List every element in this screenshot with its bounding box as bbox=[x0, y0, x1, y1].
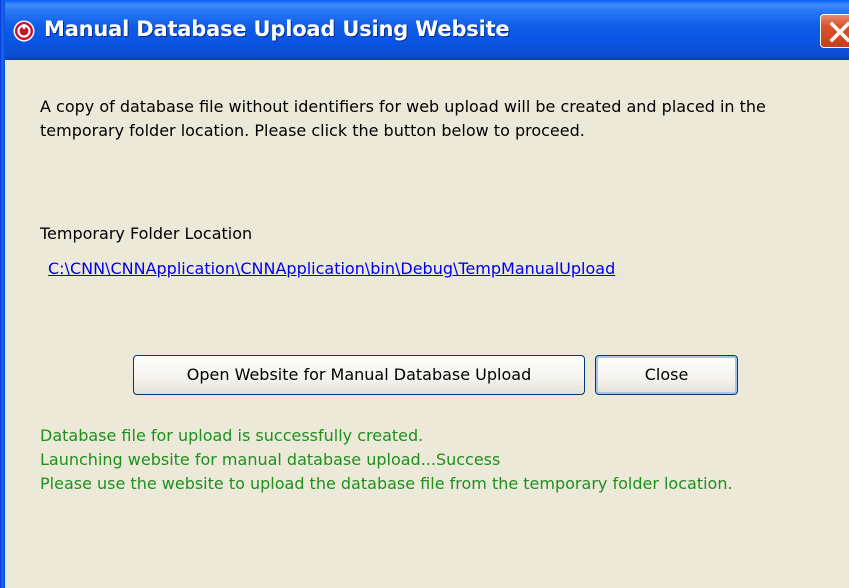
open-website-button[interactable]: Open Website for Manual Database Upload bbox=[133, 355, 585, 395]
status-line: Database file for upload is successfully… bbox=[40, 426, 424, 445]
close-icon bbox=[829, 21, 849, 43]
dialog-window: Manual Database Upload Using Website A c… bbox=[0, 0, 849, 588]
temp-folder-link[interactable]: C:\CNN\CNNApplication\CNNApplication\bin… bbox=[48, 257, 615, 281]
window-border bbox=[0, 0, 5, 588]
app-icon bbox=[13, 20, 35, 42]
close-button[interactable]: Close bbox=[595, 355, 738, 395]
status-line: Please use the website to upload the dat… bbox=[40, 474, 733, 493]
status-messages: Database file for upload is successfully… bbox=[40, 424, 830, 496]
description-text: A copy of database file without identifi… bbox=[40, 97, 766, 140]
window-title: Manual Database Upload Using Website bbox=[44, 17, 510, 41]
close-window-button[interactable] bbox=[820, 14, 849, 48]
title-bar[interactable]: Manual Database Upload Using Website bbox=[0, 0, 849, 60]
folder-location-label: Temporary Folder Location bbox=[40, 224, 253, 243]
status-line: Launching website for manual database up… bbox=[40, 450, 501, 469]
